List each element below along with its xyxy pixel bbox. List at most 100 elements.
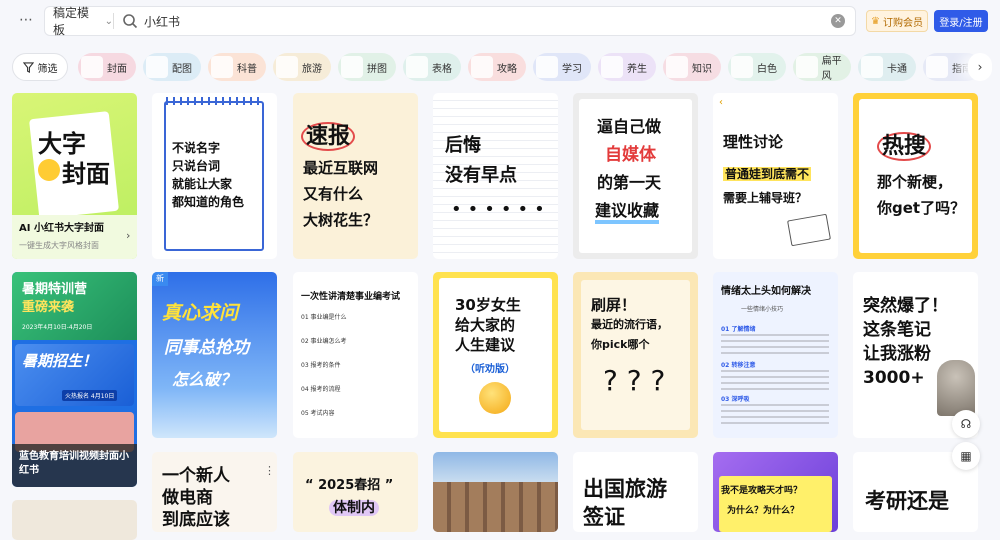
chip-4[interactable]: 拼图 <box>338 53 396 81</box>
template-card-spring-recruit[interactable]: “ 2025春招 ” 体制内 <box>293 452 418 532</box>
chip-thumbnail <box>341 56 363 78</box>
chip-7[interactable]: 学习 <box>533 53 591 81</box>
line-3: 又有什么 <box>303 185 364 203</box>
search-input[interactable] <box>144 14 831 28</box>
search-scope-label: 稿定模板 <box>53 6 90 37</box>
template-card-buzzwords[interactable]: 刷屏！ 最近的流行语， 你pick哪个 ? ? ? <box>573 272 698 438</box>
line-2: 这条笔记 <box>863 320 931 340</box>
chevron-right-icon: › <box>126 229 131 242</box>
line-3: 怎么破？ <box>172 370 237 389</box>
chip-2[interactable]: 科普 <box>208 53 266 81</box>
template-card-self-media[interactable]: 逼自己做 自媒体 的第一天 建议收藏 <box>573 93 698 259</box>
template-card-exam-guide[interactable]: 一次性讲清楚事业编考试 01 事业编是什么 02 事业编怎么考 03 报考的条件… <box>293 272 418 438</box>
filter-icon <box>22 61 34 73</box>
layout-icon[interactable]: ▦ <box>952 442 980 470</box>
template-card-tutoring[interactable]: ‹ 理性讨论 普通娃到底需不 需要上辅导班？ <box>713 93 838 259</box>
notebook-page <box>164 101 264 251</box>
doc-item-4: 04 报考的流程 <box>301 386 341 393</box>
search-scope-select[interactable]: 稿定模板 ⌄ <box>45 4 113 38</box>
more-dots-icon[interactable]: ⋯ <box>16 10 36 30</box>
chip-3[interactable]: 旅游 <box>273 53 331 81</box>
doc-title: 情绪太上头如何解决 <box>721 286 811 297</box>
chip-thumbnail <box>211 56 233 78</box>
emoji-icon <box>38 159 60 181</box>
template-card-30-advice[interactable]: 30岁女生 给大家的 人生建议 （听劝版） <box>433 272 558 438</box>
chip-label: 科普 <box>237 63 257 75</box>
chip-6[interactable]: 攻略 <box>468 53 526 81</box>
line-2: 最近互联网 <box>303 159 379 177</box>
line-1: 突然爆了！ <box>863 296 948 316</box>
chip-10[interactable]: 白色 <box>728 53 786 81</box>
chip-label: 扁平风 <box>821 56 842 82</box>
chip-0[interactable]: 封面 <box>78 53 136 81</box>
card-subcaption: 一键生成大字风格封面 <box>19 241 99 250</box>
line-1: 真心求问 <box>162 302 239 324</box>
chip-8[interactable]: 养生 <box>598 53 656 81</box>
template-card-city-photo[interactable] <box>433 452 558 532</box>
line-2: 只说台词 <box>172 159 221 173</box>
template-card-summer-camp[interactable]: 暑期特训营 重磅来袭 2023年4月10日-4月20日 暑期招生！ 火热报名 4… <box>12 272 137 487</box>
template-card-partial-1[interactable] <box>12 500 137 540</box>
chip-12[interactable]: 卡通 <box>858 53 916 81</box>
cat-photo <box>937 360 975 416</box>
clear-icon[interactable]: ✕ <box>831 14 845 28</box>
line-3: 的第一天 <box>597 173 662 192</box>
highlight-pill: 体制内 <box>329 500 379 516</box>
template-card-visa[interactable]: 出国旅游 签证 <box>573 452 698 532</box>
line-1: 热搜 <box>877 132 932 161</box>
chip-label: 知识 <box>692 63 712 75</box>
new-badge: 新 <box>152 272 168 286</box>
template-card-ecommerce[interactable]: 一个新人 做电商 到底应该 ⋮ <box>152 452 277 532</box>
chip-thumbnail <box>666 56 688 78</box>
chip-thumbnail <box>81 56 103 78</box>
chevron-right-icon[interactable]: › <box>968 53 992 81</box>
chip-9[interactable]: 知识 <box>663 53 721 81</box>
template-card-quote-character[interactable]: 不说名字 只说台词 就能让大家 都知道的角色 <box>152 93 277 259</box>
line-3: 就能让大家 <box>172 177 233 191</box>
chip-5[interactable]: 表格 <box>403 53 461 81</box>
book-icon <box>787 213 831 247</box>
chip-label: 旅游 <box>302 63 322 75</box>
template-card-news-flash[interactable]: 速报 最近互联网 又有什么 大树花生？ <box>293 93 418 259</box>
line-2: 那个新梗， <box>877 173 953 191</box>
chip-11[interactable]: 扁平风 <box>793 53 851 82</box>
chip-label: 白色 <box>757 63 777 75</box>
headset-icon[interactable]: ☊ <box>952 410 980 438</box>
vip-button[interactable]: ♛ 订购会员 <box>866 10 928 32</box>
banner-title: 暑期特训营 <box>22 282 88 297</box>
inner-panel <box>719 476 832 532</box>
doc-item-1: 01 了解情绪 <box>721 326 756 333</box>
line-1: 速报 <box>301 122 356 151</box>
doc-subtitle: 一些情绪小技巧 <box>741 306 784 313</box>
chevron-down-icon: ⌄ <box>104 15 113 27</box>
template-card-travel-genius[interactable]: 我不是攻略天才吗？ 为什么？为什么？ <box>713 452 838 532</box>
more-icon[interactable]: ⋮ <box>264 464 275 477</box>
chip-1[interactable]: 配图 <box>143 53 201 81</box>
template-card-emotion[interactable]: 情绪太上头如何解决 一些情绪小技巧 01 了解情绪 02 转移注意 03 深呼吸 <box>713 272 838 438</box>
caption-panel <box>12 215 137 259</box>
filter-button[interactable]: 筛选 <box>12 53 68 81</box>
login-button[interactable]: 登录/注册 <box>934 10 988 32</box>
line-3: 需要上辅导班？ <box>723 191 808 205</box>
template-card-ai-cover[interactable]: 大字 封面 AI 小红书大字封面 一键生成大字风格封面 › <box>12 93 137 259</box>
spiral-binding <box>166 97 262 105</box>
line-1: 逼自己做 <box>597 117 662 136</box>
template-card-workplace[interactable]: 新 真心求问 同事总抢功 怎么破？ <box>152 272 277 438</box>
line-4: 3000+ <box>863 368 925 388</box>
chip-label: 表格 <box>432 63 452 75</box>
top-bar: ⋯ 稿定模板 ⌄ ✕ ♛ 订购会员 登录/注册 <box>0 0 1000 44</box>
line-4: 大树花生？ <box>303 211 379 229</box>
emoji-icon <box>479 382 511 414</box>
doc-item-2: 02 转移注意 <box>721 362 756 369</box>
line-2: 没有早点 <box>445 165 517 186</box>
line-1: 考研还是 <box>865 489 949 513</box>
template-card-regret[interactable]: 后悔 没有早点 •••••• <box>433 93 558 259</box>
highlight-circle: 速报 <box>301 122 356 151</box>
highlight-mark: 普通娃到底需不 <box>723 167 812 181</box>
category-chips: 筛选 封面 配图 科普 旅游 拼图 表格 攻略 学习 养生 知识 白色 扁平风 卡通 指南 › <box>12 53 1000 82</box>
template-card-hot-search[interactable]: 热搜 那个新梗， 你get了吗？ <box>853 93 978 259</box>
chip-thumbnail <box>796 56 818 78</box>
line-3: 你get了吗？ <box>877 199 966 217</box>
line-2: 同事总抢功 <box>164 338 249 358</box>
line-2: 体制内 <box>329 500 379 518</box>
